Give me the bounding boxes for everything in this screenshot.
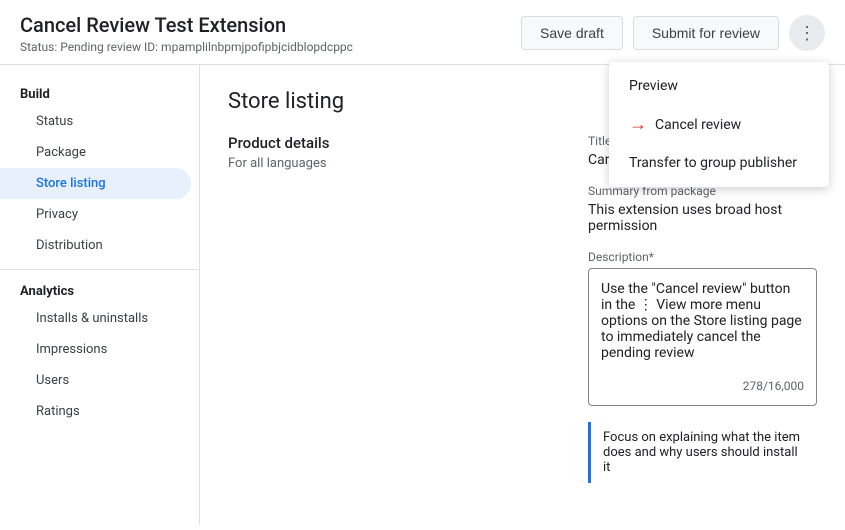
sidebar-item-store-listing[interactable]: Store listing — [0, 168, 191, 199]
arrow-right-icon: → — [629, 114, 647, 135]
page-title: Cancel Review Test Extension — [20, 12, 353, 38]
description-box: 278/16,000 — [588, 268, 817, 406]
description-counter: 278/16,000 — [601, 379, 804, 393]
submit-for-review-button[interactable]: Submit for review — [633, 16, 779, 50]
sidebar-item-package[interactable]: Package — [0, 137, 191, 168]
product-details-title: Product details — [228, 134, 408, 152]
sidebar-item-privacy[interactable]: Privacy — [0, 199, 191, 230]
save-draft-button[interactable]: Save draft — [521, 16, 623, 50]
cancel-review-arrow: → Cancel review — [629, 114, 741, 135]
summary-value: This extension uses broad host permissio… — [588, 202, 817, 234]
sidebar-divider — [0, 269, 199, 270]
sidebar-item-impressions[interactable]: Impressions — [0, 334, 191, 365]
header-left: Cancel Review Test Extension Status: Pen… — [20, 12, 353, 54]
product-details-subtitle: For all languages — [228, 156, 408, 171]
description-label: Description* — [588, 250, 817, 264]
header: Cancel Review Test Extension Status: Pen… — [0, 0, 845, 65]
sidebar-build-label: Build — [0, 81, 199, 106]
sidebar-item-status[interactable]: Status — [0, 106, 191, 137]
dropdown-menu: Preview → Cancel review Transfer to grou… — [609, 62, 829, 187]
description-textarea[interactable] — [601, 281, 804, 371]
product-details-left: Product details For all languages — [228, 134, 408, 483]
dropdown-item-transfer[interactable]: Transfer to group publisher — [609, 145, 829, 181]
sidebar-analytics-label: Analytics — [0, 278, 199, 303]
sidebar: Build Status Package Store listing Priva… — [0, 65, 200, 525]
sidebar-item-ratings[interactable]: Ratings — [0, 396, 191, 427]
hint-box: Focus on explaining what the item does a… — [588, 422, 817, 483]
dropdown-item-preview[interactable]: Preview — [609, 68, 829, 104]
more-icon: ⋮ — [798, 23, 816, 44]
header-actions: Save draft Submit for review ⋮ — [521, 15, 825, 51]
hint-text: Focus on explaining what the item does a… — [603, 430, 800, 475]
sidebar-item-distribution[interactable]: Distribution — [0, 230, 191, 261]
sidebar-item-users[interactable]: Users — [0, 365, 191, 396]
dropdown-item-cancel-review[interactable]: → Cancel review — [609, 104, 829, 145]
sidebar-item-installs[interactable]: Installs & uninstalls — [0, 303, 191, 334]
page-subtitle: Status: Pending review ID: mpamplilnbpmj… — [20, 40, 353, 54]
more-options-button[interactable]: ⋮ — [789, 15, 825, 51]
